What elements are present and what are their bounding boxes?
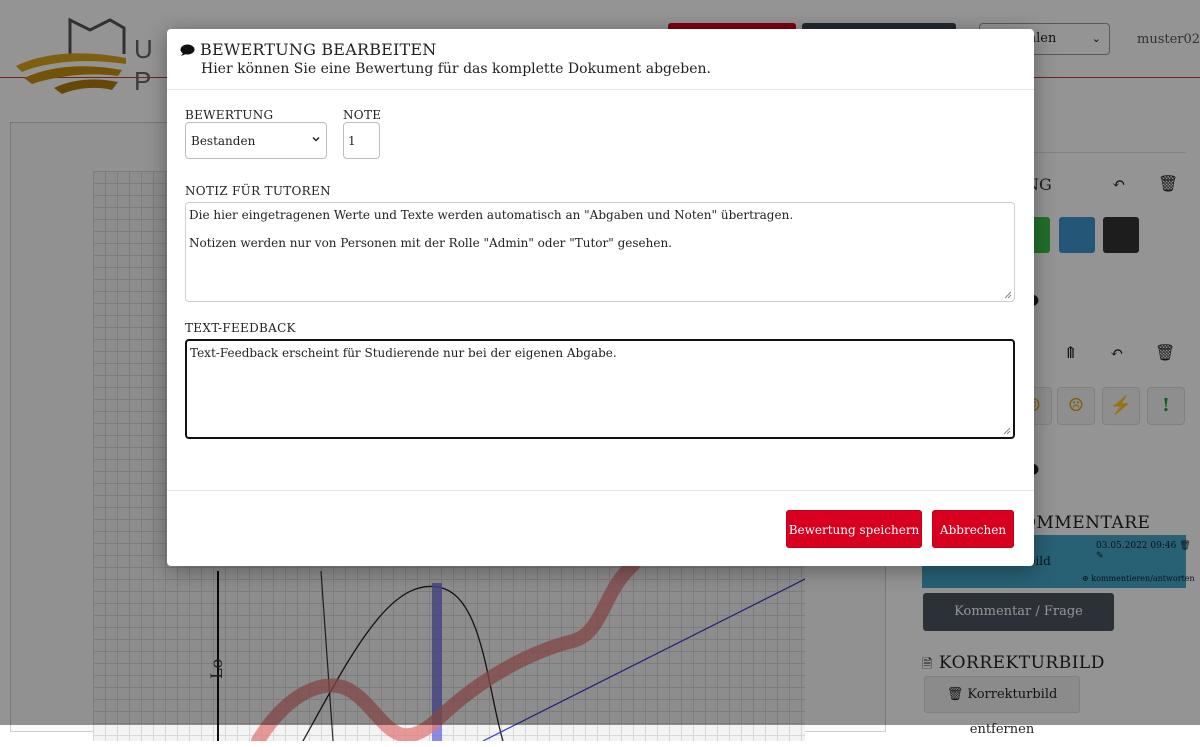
- notiz-line-3: Notizen werden nur von Personen mit der …: [189, 236, 672, 250]
- feedback-label: TEXT-FEEDBACK: [185, 321, 296, 335]
- save-button[interactable]: Bewertung speichern: [786, 510, 922, 548]
- resize-handle-icon-2[interactable]: [1003, 427, 1011, 435]
- chevron-down-icon: [312, 136, 320, 142]
- comment-icon: [180, 44, 195, 56]
- notiz-label: NOTIZ FÜR TUTOREN: [185, 184, 331, 198]
- resize-handle-icon[interactable]: [1004, 291, 1012, 299]
- feedback-text: Text-Feedback erscheint für Studierende …: [190, 346, 617, 360]
- modal-footer-divider: [167, 490, 1034, 491]
- feedback-textarea[interactable]: Text-Feedback erscheint für Studierende …: [185, 339, 1015, 439]
- modal-title-text: BEWERTUNG BEARBEITEN: [200, 40, 437, 59]
- notiz-textarea[interactable]: Die hier eingetragenen Werte und Texte w…: [185, 202, 1015, 302]
- modal-title: BEWERTUNG BEARBEITEN: [180, 40, 437, 59]
- bewertung-select-value: Bestanden: [191, 134, 256, 148]
- note-label: NOTE: [343, 108, 382, 122]
- bewertung-modal: BEWERTUNG BEARBEITEN Hier können Sie ein…: [167, 29, 1034, 566]
- cancel-button[interactable]: Abbrechen: [932, 510, 1014, 548]
- note-input[interactable]: 1: [343, 122, 380, 159]
- modal-subtitle: Hier können Sie eine Bewertung für das k…: [201, 61, 711, 77]
- bewertung-label: BEWERTUNG: [185, 108, 274, 122]
- notiz-line-1: Die hier eingetragenen Werte und Texte w…: [189, 208, 794, 222]
- bewertung-select[interactable]: Bestanden: [185, 122, 327, 159]
- modal-header: BEWERTUNG BEARBEITEN Hier können Sie ein…: [167, 29, 1034, 90]
- notiz-line-2: [189, 222, 1011, 236]
